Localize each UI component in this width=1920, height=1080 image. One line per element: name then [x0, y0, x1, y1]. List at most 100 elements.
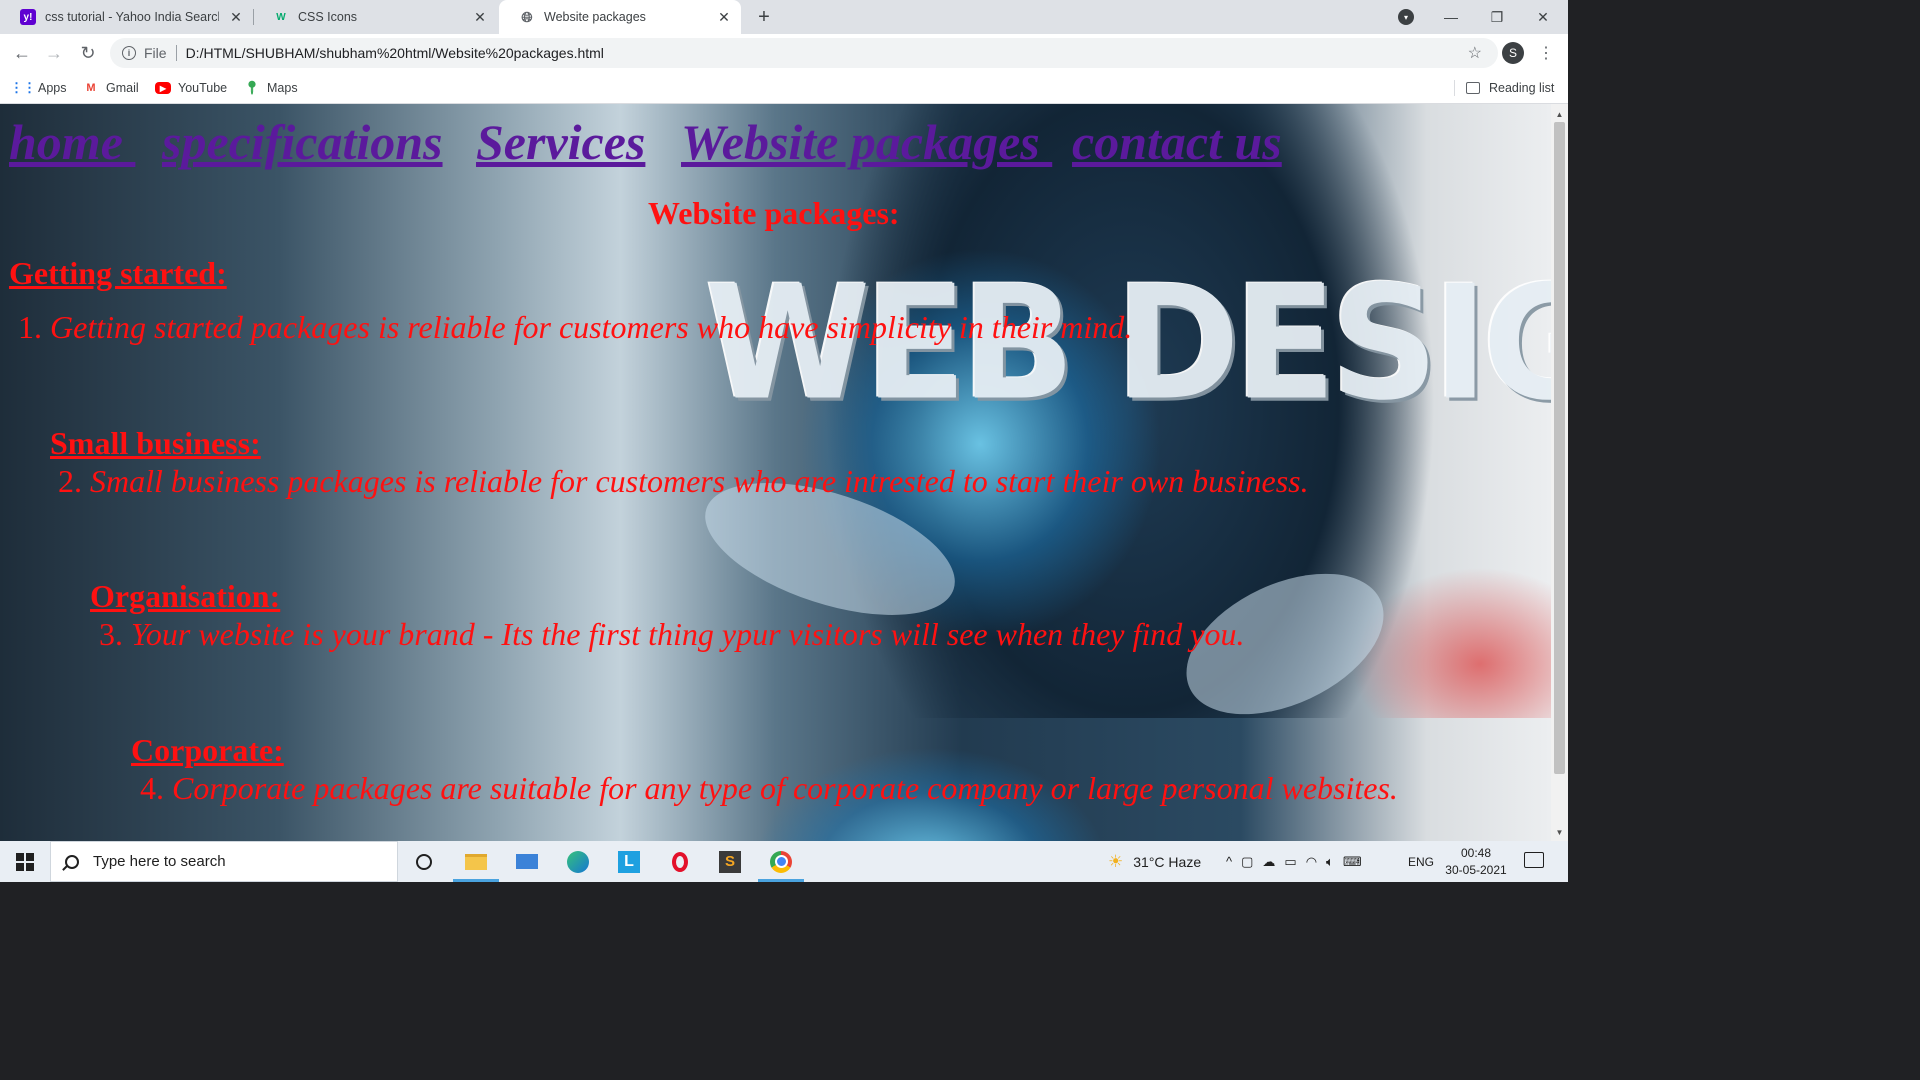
onedrive-cloud-icon[interactable]: ☁ [1262, 854, 1275, 870]
site-info-icon[interactable]: i [122, 46, 136, 60]
wifi-icon[interactable]: ◠ [1306, 854, 1317, 870]
close-tab-icon[interactable]: ✕ [227, 8, 245, 26]
system-tray-icons: ^ ▢ ☁ ▭ ◠ 🔈︎ ⌨ [1226, 841, 1362, 882]
close-window-icon[interactable]: ✕ [1520, 0, 1566, 34]
back-icon[interactable]: ← [10, 41, 34, 65]
chevron-up-icon[interactable]: ^ [1226, 854, 1232, 869]
bookmark-gmail[interactable]: M Gmail [83, 79, 139, 97]
meet-now-icon[interactable]: ▢ [1241, 854, 1253, 870]
bookmarks-divider [1454, 80, 1455, 96]
apps-grid-icon: ⋮⋮ [10, 80, 36, 95]
browser-toolbar: ← → ↻ i File D:/HTML/SHUBHAM/shubham%20h… [0, 34, 1568, 72]
notifications-icon[interactable] [1524, 852, 1544, 868]
bookmarks-bar: ⋮⋮ Apps M Gmail ▶ YouTube 📍︎ Maps Readin… [0, 72, 1568, 104]
taskbar-search[interactable]: Type here to search [50, 841, 398, 882]
forward-icon[interactable]: → [42, 41, 66, 65]
url-text[interactable]: D:/HTML/SHUBHAM/shubham%20html/Website%2… [186, 45, 604, 61]
nav-link-specifications[interactable]: specifications [162, 112, 443, 172]
weather-text: 31°C Haze [1133, 853, 1202, 870]
taskbar-opera[interactable] [655, 841, 705, 882]
list-number: 3. [99, 616, 123, 652]
omnibox-divider [175, 45, 177, 61]
section-item-organisation: 3. Your website is your brand - Its the … [99, 614, 1244, 654]
page-scrollbar[interactable]: ▲ ▼ [1551, 104, 1568, 841]
list-text: Corporate packages are suitable for any … [172, 770, 1398, 806]
taskbar-edge[interactable] [553, 841, 603, 882]
taskbar-sublime[interactable]: S [705, 841, 755, 882]
tab-title: css tutorial - Yahoo India Search Result… [45, 10, 219, 24]
menu-kebab-icon[interactable]: ⋮ [1538, 42, 1554, 64]
list-text: Small business packages is reliable for … [90, 463, 1309, 499]
chrome-icon [770, 850, 792, 873]
nav-link-home[interactable]: home [9, 112, 135, 172]
tab-title: CSS Icons [298, 10, 358, 24]
bookmark-label: Maps [267, 81, 298, 95]
nav-link-website-packages[interactable]: Website packages [681, 112, 1052, 172]
bookmark-label: Apps [38, 81, 67, 95]
globe-icon: 🌐︎ [521, 8, 533, 25]
reading-list-label: Reading list [1489, 81, 1555, 95]
nav-link-contact-us[interactable]: contact us [1072, 112, 1282, 172]
bookmark-label: YouTube [178, 81, 228, 95]
tab-website-packages[interactable]: 🌐︎ Website packages ✕ [499, 0, 741, 34]
list-number: 1. [18, 309, 42, 345]
bookmark-star-icon[interactable]: ☆ [1468, 43, 1482, 63]
restore-icon[interactable]: ❐ [1474, 0, 1520, 34]
section-title-organisation: Organisation: [90, 578, 281, 614]
weather-sun-icon: ☀ [1108, 851, 1124, 871]
battery-icon[interactable]: ▭ [1284, 854, 1296, 870]
list-number: 4. [140, 770, 164, 806]
l-app-icon: L [618, 850, 640, 873]
list-number: 2. [58, 463, 82, 499]
keyboard-icon[interactable]: ⌨ [1343, 854, 1362, 870]
tab-strip: y! css tutorial - Yahoo India Search Res… [0, 0, 1568, 34]
edge-icon [567, 850, 589, 873]
bookmark-youtube[interactable]: ▶ YouTube [155, 79, 227, 97]
language-indicator[interactable]: ENG [1408, 841, 1434, 882]
start-button[interactable] [0, 841, 50, 882]
taskbar-file-explorer[interactable] [451, 841, 501, 882]
weather-widget[interactable]: ☀ 31°C Haze [1108, 841, 1201, 882]
tab-yahoo-search[interactable]: y! css tutorial - Yahoo India Search Res… [0, 0, 253, 34]
folder-icon [465, 853, 487, 870]
reading-list-button[interactable]: Reading list [1466, 79, 1554, 97]
windows-taskbar: Type here to search L S ☀ 31°C Haze ^ ▢ … [0, 841, 1568, 882]
windows-logo-icon [16, 852, 34, 871]
reload-icon[interactable]: ↻ [76, 41, 100, 65]
taskbar-mail[interactable] [502, 841, 552, 882]
section-title-corporate: Corporate: [131, 732, 284, 768]
mail-icon [516, 854, 538, 869]
tab-search-icon[interactable]: ▾ [1398, 9, 1414, 25]
page-viewport: WEB DESIGN home specifications Services … [0, 104, 1551, 841]
taskbar-chrome[interactable] [756, 841, 806, 882]
list-text: Getting started packages is reliable for… [50, 309, 1133, 345]
bookmark-label: Gmail [106, 81, 139, 95]
close-tab-icon[interactable]: ✕ [715, 8, 733, 26]
section-item-small-business: 2. Small business packages is reliable f… [58, 461, 1309, 501]
bookmark-maps[interactable]: 📍︎ Maps [244, 79, 298, 97]
opera-icon [672, 851, 688, 872]
yahoo-icon: y! [20, 9, 36, 25]
taskbar-clock[interactable]: 00:48 30-05-2021 [1440, 845, 1512, 879]
gmail-icon: M [86, 82, 96, 94]
scrollbar-thumb[interactable] [1554, 122, 1565, 774]
tab-title: Website packages [544, 10, 646, 24]
address-bar[interactable]: i File D:/HTML/SHUBHAM/shubham%20html/We… [110, 38, 1498, 68]
page-title: Website packages: [648, 195, 900, 231]
scroll-down-icon[interactable]: ▼ [1551, 824, 1568, 840]
reading-list-icon [1466, 82, 1480, 94]
taskbar-app-l[interactable]: L [604, 841, 654, 882]
task-view-button[interactable] [399, 841, 449, 882]
tab-css-icons[interactable]: W CSS Icons ✕ [253, 0, 497, 34]
section-title-small-business: Small business: [50, 425, 261, 461]
list-text: Your website is your brand - Its the fir… [131, 616, 1245, 652]
minimize-icon[interactable]: — [1428, 0, 1474, 34]
nav-link-services[interactable]: Services [476, 112, 645, 172]
close-tab-icon[interactable]: ✕ [471, 8, 489, 26]
bookmark-apps[interactable]: ⋮⋮ Apps [10, 79, 67, 97]
profile-avatar[interactable]: S [1502, 42, 1524, 64]
volume-icon[interactable]: 🔈︎ [1326, 854, 1334, 870]
scroll-up-icon[interactable]: ▲ [1551, 106, 1568, 122]
new-tab-button[interactable]: + [752, 5, 776, 29]
sublime-text-icon: S [719, 850, 741, 873]
